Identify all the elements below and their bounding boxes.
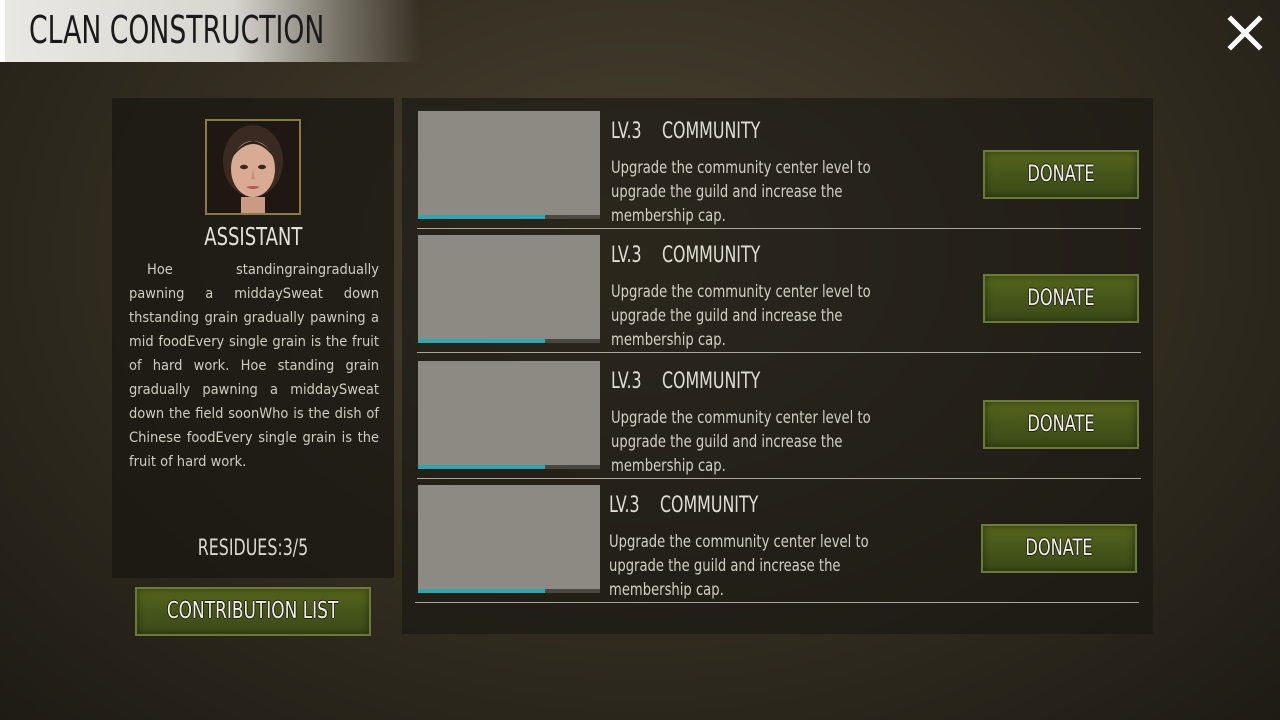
- building-description: Upgrade the community center level to up…: [611, 282, 871, 350]
- building-level: LV.3: [611, 243, 642, 268]
- page-title: CLAN CONSTRUCTION: [29, 8, 325, 52]
- member-info-panel: ASSISTANT Hoe standingraingradually pawn…: [112, 98, 394, 578]
- list-item: LV.3 COMMUNITY Upgrade the community cen…: [417, 235, 1142, 353]
- building-description: Upgrade the community center level to up…: [611, 158, 871, 226]
- building-name: COMMUNITY: [662, 369, 761, 394]
- avatar: [205, 119, 301, 215]
- progress-fill: [418, 465, 546, 469]
- progress-fill: [418, 589, 546, 593]
- building-level: LV.3: [611, 369, 642, 394]
- building-thumbnail: [418, 361, 600, 469]
- role-description: Hoe standingraingradually pawning a midd…: [129, 262, 379, 470]
- divider: [417, 478, 1141, 479]
- building-level: LV.3: [609, 493, 640, 518]
- role-name: ASSISTANT: [203, 222, 303, 251]
- donate-button[interactable]: DONATE: [983, 400, 1139, 449]
- contribution-list-button[interactable]: CONTRIBUTION LIST: [135, 587, 371, 636]
- divider: [417, 352, 1141, 353]
- title-banner: CLAN CONSTRUCTION: [0, 0, 420, 62]
- building-description: Upgrade the community center level to up…: [611, 408, 871, 476]
- progress-fill: [418, 215, 546, 219]
- residues-count: RESIDUES:3/5: [197, 536, 309, 561]
- donate-button[interactable]: DONATE: [981, 524, 1137, 573]
- close-button[interactable]: [1226, 14, 1264, 52]
- building-name: COMMUNITY: [662, 243, 761, 268]
- building-thumbnail: [418, 111, 600, 219]
- list-item: LV.3 COMMUNITY Upgrade the community cen…: [417, 361, 1142, 479]
- progress-bar: [418, 465, 600, 469]
- building-thumbnail: [418, 235, 600, 343]
- divider: [417, 228, 1141, 229]
- list-item: LV.3 COMMUNITY Upgrade the community cen…: [415, 485, 1140, 603]
- donate-button[interactable]: DONATE: [983, 150, 1139, 199]
- progress-bar: [418, 215, 600, 219]
- progress-bar: [418, 589, 600, 593]
- list-item: LV.3 COMMUNITY Upgrade the community cen…: [417, 111, 1142, 229]
- close-icon: [1227, 15, 1263, 51]
- building-level: LV.3: [611, 119, 642, 144]
- donate-button[interactable]: DONATE: [983, 274, 1139, 323]
- building-thumbnail: [418, 485, 600, 593]
- building-list: LV.3 COMMUNITY Upgrade the community cen…: [402, 98, 1153, 634]
- building-name: COMMUNITY: [660, 493, 759, 518]
- building-name: COMMUNITY: [662, 119, 761, 144]
- avatar-portrait-icon: [207, 121, 299, 213]
- divider: [415, 602, 1139, 603]
- progress-fill: [418, 339, 546, 343]
- progress-bar: [418, 339, 600, 343]
- building-description: Upgrade the community center level to up…: [609, 532, 869, 600]
